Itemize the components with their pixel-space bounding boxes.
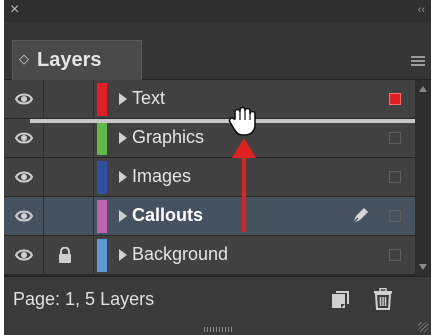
panel-footer: Page: 1, 5 Layers — [4, 276, 431, 335]
trash-icon[interactable] — [373, 288, 393, 310]
scroll-down-arrow-icon[interactable] — [419, 264, 427, 270]
drop-position-line — [30, 119, 415, 123]
expand-triangle-icon[interactable] — [119, 93, 127, 105]
close-button[interactable]: × — [10, 1, 19, 19]
selection-indicator[interactable] — [389, 210, 401, 222]
pen-icon — [352, 208, 368, 224]
layer-row-text[interactable]: Text — [4, 80, 415, 119]
visibility-toggle[interactable] — [4, 80, 44, 119]
layer-name: Images — [132, 166, 192, 186]
layer-color-chip — [97, 122, 107, 155]
layer-row-callouts[interactable]: Callouts — [4, 197, 415, 236]
layer-name: Text — [132, 88, 166, 108]
visibility-toggle[interactable] — [4, 158, 44, 197]
expand-triangle-icon[interactable] — [119, 249, 127, 261]
eye-icon — [15, 132, 33, 144]
eye-icon — [15, 249, 33, 261]
collapse-button[interactable]: ‹‹ — [418, 2, 425, 18]
layer-list: Text Graphics Images Callouts Background — [4, 80, 415, 275]
eye-icon — [15, 171, 33, 183]
expand-triangle-icon[interactable] — [119, 210, 127, 222]
layer-row-graphics[interactable]: Graphics — [4, 119, 415, 158]
layers-panel: × ‹‹ ◇ Layers Text Graphics Images Callo… — [4, 0, 431, 335]
layer-row-background[interactable]: Background — [4, 236, 415, 275]
lock-toggle[interactable] — [44, 80, 94, 119]
corner-resize-grip[interactable] — [418, 322, 428, 332]
visibility-toggle[interactable] — [4, 119, 44, 158]
panel-menu-icon[interactable] — [411, 56, 425, 68]
scroll-up-arrow-icon[interactable] — [419, 86, 427, 92]
visibility-toggle[interactable] — [4, 236, 44, 275]
scrollbar[interactable] — [415, 80, 431, 276]
tab-label: Layers — [37, 49, 102, 71]
drag-direction-arrow-icon — [232, 138, 256, 232]
expand-triangle-icon[interactable] — [119, 132, 127, 144]
layer-name: Background — [132, 244, 229, 264]
tab-arrows-icon: ◇ — [19, 51, 29, 66]
selection-indicator[interactable] — [389, 93, 401, 105]
eye-icon — [15, 93, 33, 105]
lock-toggle[interactable] — [44, 158, 94, 197]
lock-icon — [59, 247, 71, 263]
selection-indicator[interactable] — [389, 249, 401, 261]
lock-toggle[interactable] — [44, 197, 94, 236]
layer-color-chip — [97, 161, 107, 194]
grab-hand-cursor-icon — [228, 106, 256, 136]
lock-toggle[interactable] — [44, 236, 94, 275]
selection-indicator[interactable] — [389, 171, 401, 183]
panel-resize-grip[interactable] — [204, 327, 232, 332]
visibility-toggle[interactable] — [4, 197, 44, 236]
layer-row-images[interactable]: Images — [4, 158, 415, 197]
layer-name: Graphics — [132, 127, 205, 147]
new-layer-icon[interactable] — [331, 291, 349, 309]
expand-triangle-icon[interactable] — [119, 171, 127, 183]
layer-name: Callouts — [132, 205, 204, 225]
panel-title-bar[interactable]: × ‹‹ — [4, 0, 431, 22]
status-text: Page: 1, 5 Layers — [13, 289, 155, 309]
lock-toggle[interactable] — [44, 119, 94, 158]
tab-layers[interactable]: ◇ Layers — [12, 40, 142, 80]
layer-color-chip — [97, 239, 107, 272]
tab-bar: ◇ Layers — [4, 22, 431, 80]
layer-color-chip — [97, 200, 107, 233]
eye-icon — [15, 210, 33, 222]
layer-color-chip — [97, 83, 107, 116]
selection-indicator[interactable] — [389, 132, 401, 144]
